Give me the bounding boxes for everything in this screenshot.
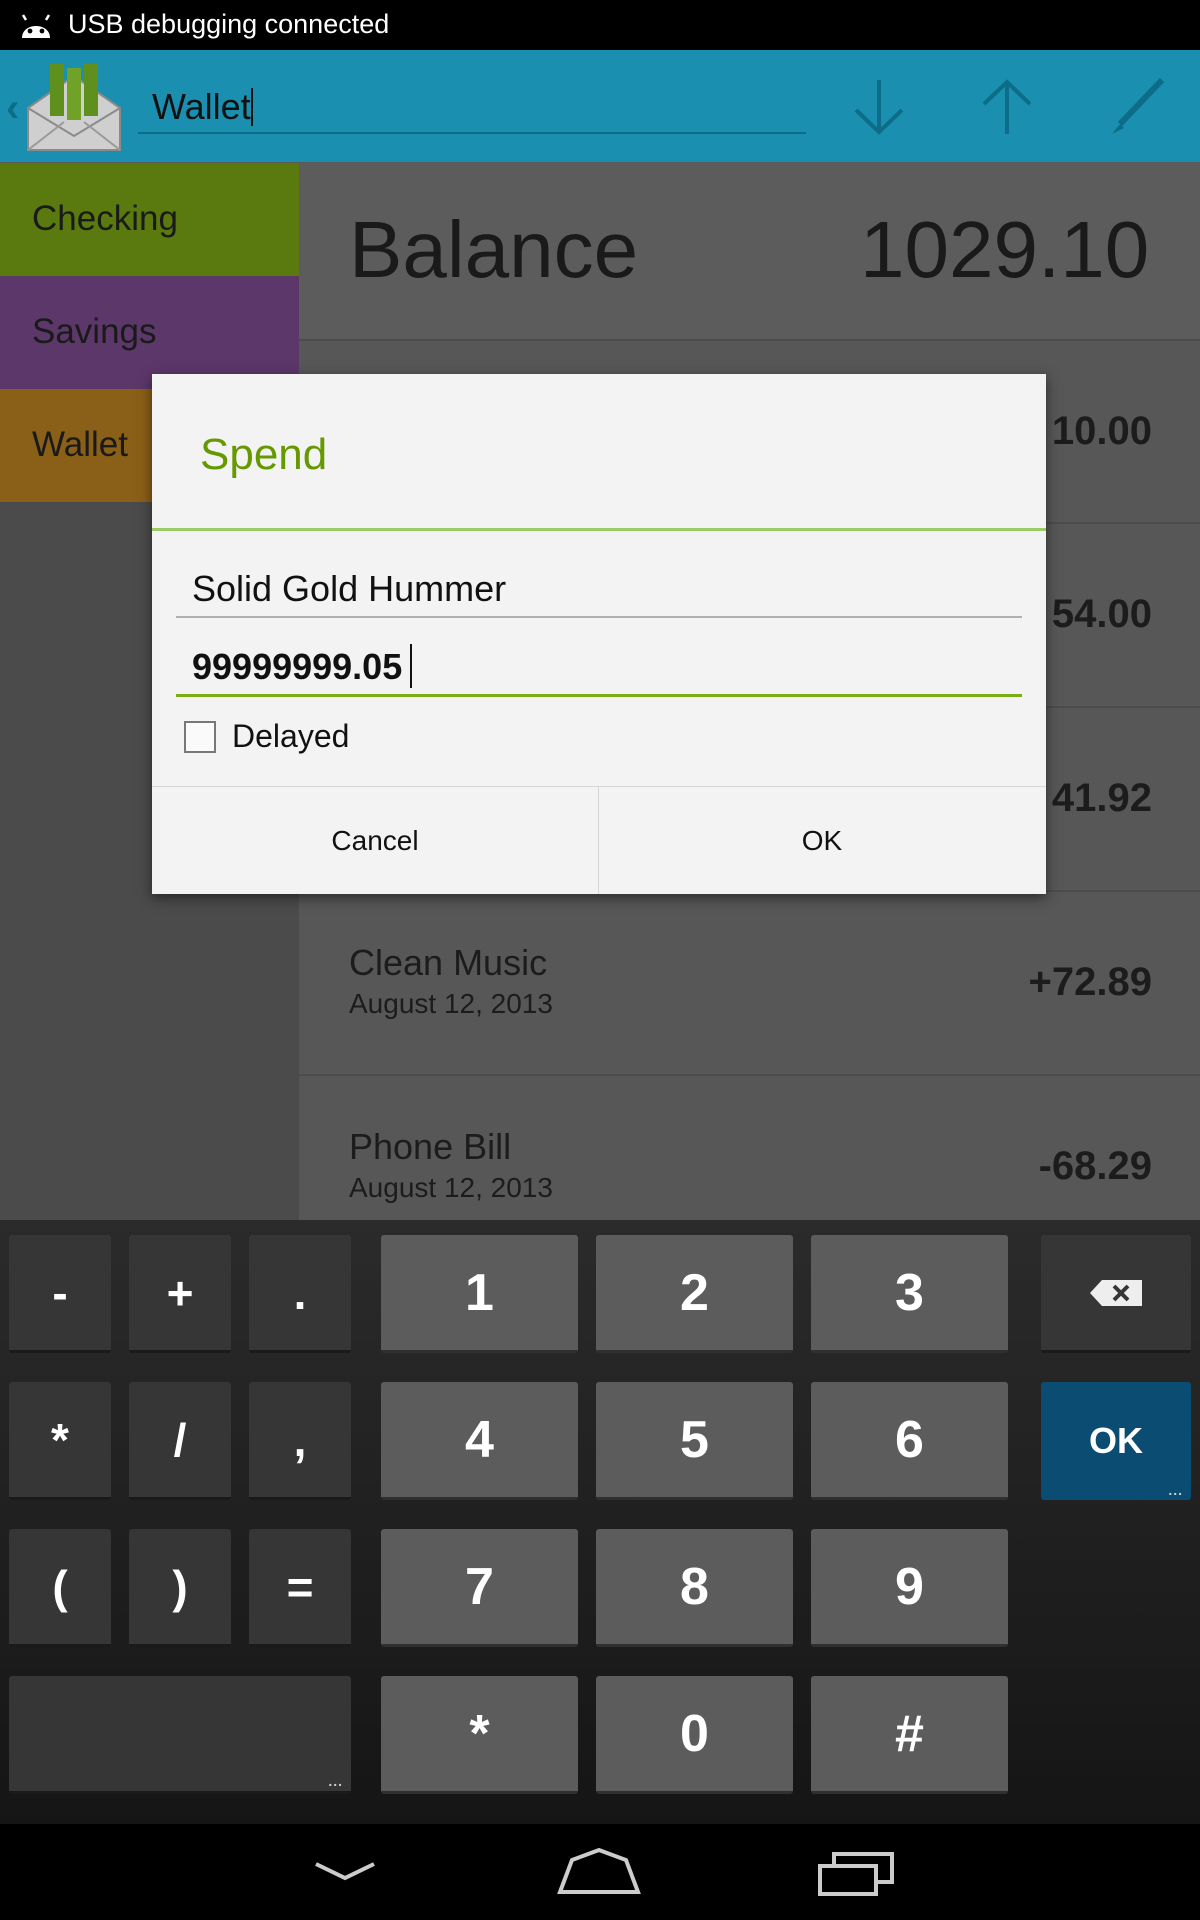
- status-bar: USB debugging connected: [0, 0, 1200, 50]
- sidebar-item-savings[interactable]: Savings: [0, 276, 299, 389]
- transaction-row[interactable]: Phone Bill August 12, 2013 -68.29: [299, 1074, 1200, 1220]
- transaction-amount: 54.00: [1051, 592, 1152, 636]
- balance-value: 1029.10: [860, 205, 1150, 294]
- key-star[interactable]: *: [381, 1676, 578, 1794]
- up-chevron-icon[interactable]: ‹: [6, 86, 19, 131]
- cancel-button[interactable]: Cancel: [152, 787, 598, 894]
- account-name-input[interactable]: Wallet: [138, 80, 806, 134]
- text-cursor: [251, 88, 253, 126]
- home-icon[interactable]: [554, 1842, 644, 1902]
- android-debug-icon: [21, 14, 51, 38]
- status-text: USB debugging connected: [68, 9, 390, 39]
- key-0[interactable]: 0: [596, 1676, 793, 1794]
- key-minus[interactable]: -: [9, 1235, 111, 1353]
- backspace-key[interactable]: [1041, 1235, 1191, 1353]
- key-period[interactable]: .: [249, 1235, 351, 1353]
- app-logo-icon[interactable]: [24, 58, 124, 154]
- backspace-icon: [1090, 1279, 1142, 1306]
- space-key[interactable]: ...: [9, 1676, 351, 1794]
- key-9[interactable]: 9: [811, 1529, 1008, 1647]
- transaction-date: August 12, 2013: [349, 988, 553, 1019]
- transaction-amount: -68.29: [1038, 1144, 1152, 1188]
- key-8[interactable]: 8: [596, 1529, 793, 1647]
- sidebar-item-label: Savings: [32, 312, 157, 351]
- delayed-checkbox[interactable]: [184, 721, 216, 753]
- numeric-keyboard: - + . 1 2 3 * / , 4 5 6 OK ... ( ) = 7 8…: [0, 1220, 1200, 1824]
- pencil-icon[interactable]: [1102, 72, 1172, 142]
- navigation-bar: [0, 1824, 1200, 1920]
- hide-keyboard-icon[interactable]: [300, 1842, 390, 1902]
- transaction-date: August 12, 2013: [349, 1172, 553, 1203]
- transaction-name: Clean Music: [349, 942, 548, 983]
- arrow-up-icon[interactable]: [972, 72, 1042, 142]
- sidebar-item-label: Wallet: [32, 425, 128, 464]
- delayed-label[interactable]: Delayed: [232, 718, 349, 755]
- spend-dialog: Spend Solid Gold Hummer 99999999.05 Dela…: [152, 374, 1046, 894]
- key-6[interactable]: 6: [811, 1382, 1008, 1500]
- transaction-amount: 10.00: [1051, 409, 1152, 453]
- key-equals[interactable]: =: [249, 1529, 351, 1647]
- text-cursor: [410, 644, 412, 688]
- ok-button[interactable]: OK: [599, 787, 1045, 894]
- sidebar-item-label: Checking: [32, 199, 178, 238]
- key-hash[interactable]: #: [811, 1676, 1008, 1794]
- key-2[interactable]: 2: [596, 1235, 793, 1353]
- transaction-row[interactable]: Clean Music August 12, 2013 +72.89: [299, 890, 1200, 1073]
- balance-label: Balance: [349, 205, 639, 294]
- recent-apps-icon[interactable]: [814, 1842, 904, 1902]
- transaction-amount: +72.89: [1028, 960, 1152, 1004]
- key-3[interactable]: 3: [811, 1235, 1008, 1353]
- key-1[interactable]: 1: [381, 1235, 578, 1353]
- key-7[interactable]: 7: [381, 1529, 578, 1647]
- key-plus[interactable]: +: [129, 1235, 231, 1353]
- amount-input[interactable]: 99999999.05: [176, 638, 1022, 697]
- key-5[interactable]: 5: [596, 1382, 793, 1500]
- action-bar: ‹ Wallet: [0, 50, 1200, 162]
- key-slash[interactable]: /: [129, 1382, 231, 1500]
- account-name-value: Wallet: [152, 86, 251, 127]
- transaction-name: Phone Bill: [349, 1126, 512, 1167]
- transaction-amount: 41.92: [1051, 776, 1152, 820]
- dialog-title: Spend: [200, 430, 328, 479]
- transaction-name-input[interactable]: Solid Gold Hummer: [176, 560, 1022, 618]
- key-close-paren[interactable]: ): [129, 1529, 231, 1647]
- amount-value: 99999999.05: [192, 646, 403, 687]
- key-open-paren[interactable]: (: [9, 1529, 111, 1647]
- keyboard-ok-label: OK: [1089, 1420, 1143, 1461]
- dialog-title-divider: [152, 528, 1046, 531]
- arrow-down-icon[interactable]: [844, 72, 914, 142]
- key-4[interactable]: 4: [381, 1382, 578, 1500]
- key-asterisk[interactable]: *: [9, 1382, 111, 1500]
- transaction-name-value: Solid Gold Hummer: [192, 568, 507, 609]
- more-indicator: ...: [328, 1773, 343, 1789]
- sidebar-item-checking[interactable]: Checking: [0, 163, 299, 276]
- key-comma[interactable]: ,: [249, 1382, 351, 1500]
- keyboard-ok-key[interactable]: OK ...: [1041, 1382, 1191, 1500]
- more-indicator: ...: [1168, 1482, 1183, 1498]
